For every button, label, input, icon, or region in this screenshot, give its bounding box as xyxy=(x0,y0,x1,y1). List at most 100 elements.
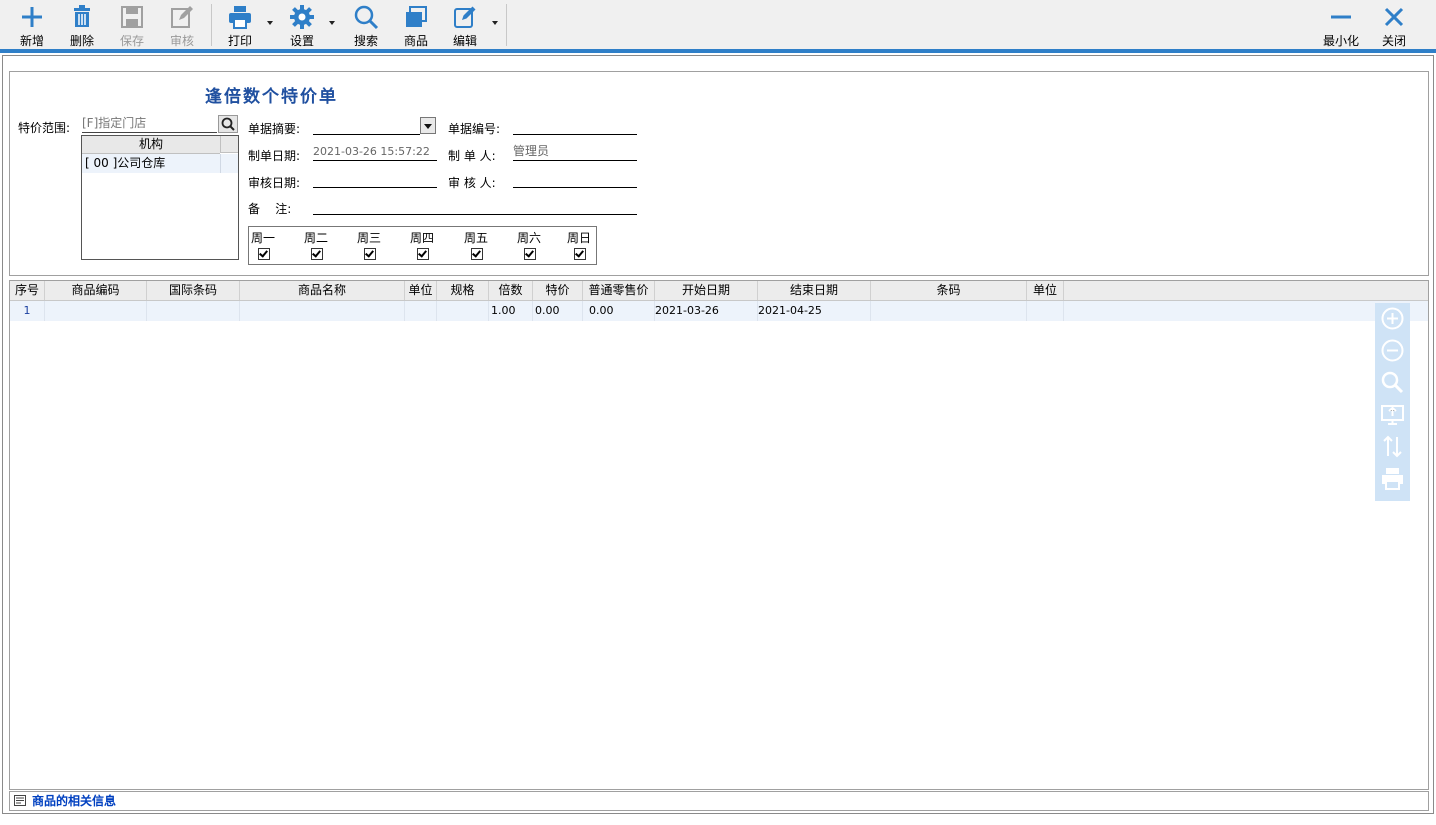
weekday-selector: 周一 周二 周三 周四 周五 周六 周日 xyxy=(248,226,597,265)
toolbar-separator xyxy=(506,4,507,46)
summary-combo[interactable] xyxy=(313,117,420,135)
remark-field[interactable] xyxy=(313,197,637,215)
cell-code[interactable] xyxy=(45,301,147,321)
column-header-barcode[interactable]: 条码 xyxy=(871,281,1027,300)
org-column-header-spacer xyxy=(220,136,238,153)
weekday-label-mon: 周一 xyxy=(251,231,276,245)
edit-button[interactable]: 编辑 xyxy=(443,0,487,49)
cell-retail-price[interactable]: 0.00 xyxy=(583,301,655,321)
edit-check-icon xyxy=(171,6,193,28)
column-header-multiple[interactable]: 倍数 xyxy=(489,281,533,300)
column-header-unit-2[interactable]: 单位 xyxy=(1027,281,1064,300)
cell-barcode[interactable] xyxy=(871,301,1027,321)
column-header-unit[interactable]: 单位 xyxy=(405,281,437,300)
goods-info-bar[interactable]: 商品的相关信息 xyxy=(9,791,1429,811)
search-button[interactable]: 搜索 xyxy=(344,0,388,49)
column-header-special-price[interactable]: 特价 xyxy=(533,281,583,300)
print-dropdown-icon[interactable] xyxy=(267,21,273,25)
org-list[interactable]: 机构 [ 00 ]公司仓库 xyxy=(81,135,239,260)
close-button[interactable]: 关闭 xyxy=(1372,0,1416,49)
cell-unit[interactable] xyxy=(405,301,437,321)
weekday-checkbox-thu[interactable] xyxy=(417,248,429,260)
goods-grid[interactable]: 序号 商品编码 国际条码 商品名称 单位 规格 倍数 特价 普通零售价 开始日期… xyxy=(9,280,1429,790)
table-row[interactable]: 1 1.00 0.00 0.00 2021-03-26 2021-04-25 xyxy=(10,301,1428,321)
plus-icon xyxy=(22,7,42,27)
scope-label: 特价范围: xyxy=(18,121,71,135)
cell-name[interactable] xyxy=(240,301,405,321)
column-header-spec[interactable]: 规格 xyxy=(437,281,489,300)
sort-icon[interactable] xyxy=(1380,434,1405,459)
weekday-checkbox-sat[interactable] xyxy=(524,248,536,260)
cell-barcode-intl[interactable] xyxy=(147,301,240,321)
column-header-start-date[interactable]: 开始日期 xyxy=(655,281,758,300)
weekday-label-sun: 周日 xyxy=(567,231,592,245)
reviewer-label: 审 核 人: xyxy=(448,176,496,190)
pencil-icon xyxy=(454,6,476,28)
cell-start-date[interactable]: 2021-03-26 xyxy=(655,301,758,321)
column-header-retail-price[interactable]: 普通零售价 xyxy=(583,281,655,300)
settings-button[interactable]: 设置 xyxy=(280,0,324,49)
zoom-in-icon[interactable] xyxy=(1380,306,1405,331)
column-header-barcode-intl[interactable]: 国际条码 xyxy=(147,281,240,300)
cell-spec[interactable] xyxy=(437,301,489,321)
scope-search-button[interactable] xyxy=(218,115,238,133)
docno-field[interactable] xyxy=(513,117,637,135)
search-icon[interactable] xyxy=(1380,370,1405,395)
review-date-label: 审核日期: xyxy=(248,176,301,190)
print-button[interactable]: 打印 xyxy=(218,0,262,49)
toolbar-separator xyxy=(211,4,212,46)
summary-label: 单据摘要: xyxy=(248,122,301,136)
maker-label: 制 单 人: xyxy=(448,149,496,163)
screen-icon[interactable] xyxy=(1380,402,1405,427)
edit-dropdown-icon[interactable] xyxy=(492,21,498,25)
make-date-field[interactable]: 2021-03-26 15:57:22 xyxy=(313,143,437,161)
weekday-label-tue: 周二 xyxy=(304,231,329,245)
main-panel: 逢倍数个特价单 特价范围: [F]指定门店 机构 [ 00 ]公司仓库 单据摘要… xyxy=(2,55,1434,814)
document-icon xyxy=(14,795,26,806)
column-header-index[interactable]: 序号 xyxy=(10,281,45,300)
weekday-label-thu: 周四 xyxy=(410,231,435,245)
search-icon xyxy=(221,117,235,131)
weekday-checkbox-wed[interactable] xyxy=(364,248,376,260)
printer-icon xyxy=(229,6,251,29)
zoom-out-icon[interactable] xyxy=(1380,338,1405,363)
column-header-name[interactable]: 商品名称 xyxy=(240,281,405,300)
cell-unit-2[interactable] xyxy=(1027,301,1064,321)
save-button[interactable]: 保存 xyxy=(110,0,154,49)
minimize-icon xyxy=(1331,15,1351,19)
settings-dropdown-icon[interactable] xyxy=(329,21,335,25)
weekday-checkbox-tue[interactable] xyxy=(311,248,323,260)
gear-icon xyxy=(290,5,314,29)
minimize-button[interactable]: 最小化 xyxy=(1316,0,1366,49)
floppy-icon xyxy=(121,6,143,28)
review-button[interactable]: 审核 xyxy=(160,0,204,49)
column-header-code[interactable]: 商品编码 xyxy=(45,281,147,300)
cell-index[interactable]: 1 xyxy=(10,301,45,321)
printer-icon[interactable] xyxy=(1380,466,1405,491)
maker-field[interactable]: 管理员 xyxy=(513,143,637,161)
new-button[interactable]: 新增 xyxy=(10,0,54,49)
weekday-checkbox-sun[interactable] xyxy=(574,248,586,260)
goods-info-label: 商品的相关信息 xyxy=(32,794,117,808)
form-header: 逢倍数个特价单 特价范围: [F]指定门店 机构 [ 00 ]公司仓库 单据摘要… xyxy=(9,71,1429,276)
reviewer-field[interactable] xyxy=(513,170,637,188)
weekday-checkbox-fri[interactable] xyxy=(471,248,483,260)
make-date-label: 制单日期: xyxy=(248,149,301,163)
summary-dropdown-arrow[interactable] xyxy=(420,117,436,134)
cell-special-price[interactable]: 0.00 xyxy=(533,301,583,321)
cell-multiple[interactable]: 1.00 xyxy=(489,301,533,321)
review-date-field[interactable] xyxy=(313,170,437,188)
delete-button[interactable]: 删除 xyxy=(60,0,104,49)
trash-icon xyxy=(74,5,90,27)
list-item[interactable]: [ 00 ]公司仓库 xyxy=(82,154,238,173)
remark-label: 备 注: xyxy=(248,202,292,216)
weekday-label-wed: 周三 xyxy=(357,231,382,245)
weekday-checkbox-mon[interactable] xyxy=(258,248,270,260)
cell-end-date[interactable]: 2021-04-25 xyxy=(758,301,871,321)
docno-label: 单据编号: xyxy=(448,122,501,136)
column-header-end-date[interactable]: 结束日期 xyxy=(758,281,871,300)
side-toolbar xyxy=(1375,303,1410,501)
goods-button[interactable]: 商品 xyxy=(394,0,438,49)
search-icon xyxy=(354,5,379,30)
scope-input[interactable]: [F]指定门店 xyxy=(82,114,217,133)
